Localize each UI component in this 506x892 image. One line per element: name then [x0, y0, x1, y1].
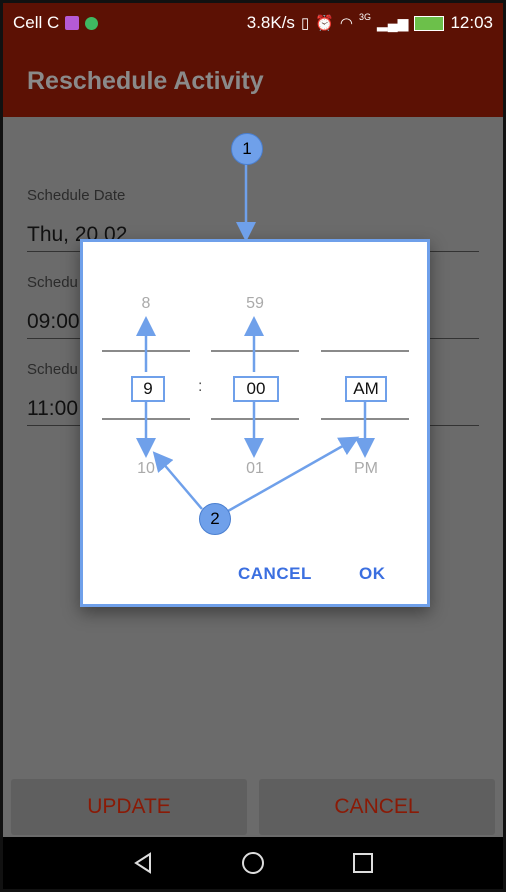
navigation-bar: [3, 837, 503, 889]
dialog-ok-button[interactable]: OK: [359, 564, 386, 584]
meridiem-selected[interactable]: AM: [345, 376, 387, 402]
minute-selected[interactable]: 00: [233, 376, 279, 402]
schedule-date-label: Schedule Date: [27, 187, 126, 204]
recents-icon[interactable]: [351, 851, 375, 875]
signal-icon: ▂▄▆: [377, 14, 409, 31]
annotation-callout-2: 2: [199, 503, 231, 535]
schedule-start-value[interactable]: 09:00: [27, 310, 80, 334]
hour-selected[interactable]: 9: [131, 376, 165, 402]
phone-screen: Cell C 3.8K/s ▯ ⏰ ◠ 3G ▂▄▆ 12:03 Resched…: [0, 0, 506, 892]
vibrate-icon: ▯: [300, 15, 310, 32]
home-icon[interactable]: [241, 851, 265, 875]
time-picker-dialog: 8 9 10 : 59 00 01 AM PM CANCEL OK: [80, 239, 430, 607]
annotation-callout-1: 1: [231, 133, 263, 165]
minute-previous[interactable]: 59: [210, 295, 300, 313]
network-type: 3G: [358, 12, 371, 22]
cancel-bottom-button[interactable]: CANCEL: [259, 779, 495, 835]
hour-next[interactable]: 10: [101, 460, 191, 478]
app-bar: Reschedule Activity: [3, 43, 503, 117]
minute-divider-bottom: [211, 418, 299, 420]
network-speed: 3.8K/s: [246, 13, 295, 32]
hour-previous[interactable]: 8: [101, 295, 191, 313]
clock: 12:03: [450, 13, 493, 32]
meridiem-next[interactable]: PM: [321, 460, 411, 478]
battery-icon: [414, 15, 445, 31]
wifi-icon: ◠: [339, 15, 353, 32]
alarm-icon: ⏰: [315, 15, 334, 32]
status-bar: Cell C 3.8K/s ▯ ⏰ ◠ 3G ▂▄▆ 12:03: [3, 3, 503, 43]
notification-icon: [65, 16, 80, 30]
schedule-end-value[interactable]: 11:00: [27, 397, 78, 421]
update-button[interactable]: UPDATE: [11, 779, 247, 835]
hour-divider-top: [102, 350, 190, 352]
hour-divider-bottom: [102, 418, 190, 420]
dialog-cancel-button[interactable]: CANCEL: [238, 564, 312, 584]
schedule-end-label: Schedu: [27, 361, 78, 378]
minute-divider-top: [211, 350, 299, 352]
globe-icon: [85, 16, 99, 30]
page-title: Reschedule Activity: [27, 67, 264, 95]
minute-next[interactable]: 01: [210, 460, 300, 478]
back-icon[interactable]: [131, 851, 155, 875]
carrier-label: Cell C: [13, 13, 60, 32]
time-separator: :: [198, 378, 203, 395]
meridiem-divider-bottom: [321, 418, 409, 420]
meridiem-divider-top: [321, 350, 409, 352]
schedule-start-label: Schedu: [27, 274, 78, 291]
